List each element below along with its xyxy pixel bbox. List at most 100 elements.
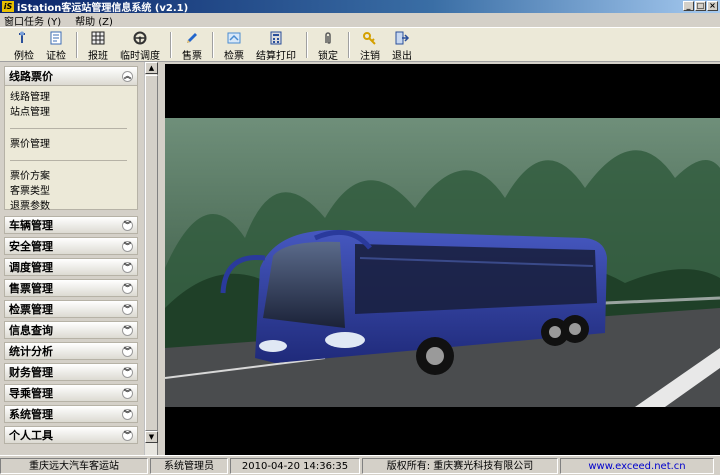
nav-section-title: 统计分析	[9, 345, 53, 358]
chevron-down-icon[interactable]: ︾	[122, 303, 133, 315]
nav-section-title: 信息查询	[9, 324, 53, 337]
nav-item-fare-plan[interactable]: 票价方案	[10, 169, 137, 184]
menu-help[interactable]: 帮助 (Z)	[75, 13, 113, 28]
temp-dispatch-button[interactable]: 临时调度	[114, 28, 166, 62]
chevron-down-icon[interactable]: ︾	[122, 219, 133, 231]
nav-item-fare-management[interactable]: 票价管理	[10, 137, 137, 152]
chevron-down-icon[interactable]: ︾	[122, 429, 133, 441]
nav-divider	[10, 128, 127, 129]
status-user: 系统管理员	[150, 457, 228, 474]
routine-check-button[interactable]: 例检	[8, 28, 40, 62]
nav-section-ticketing[interactable]: 售票管理 ︾	[4, 279, 138, 297]
status-datetime: 2010-04-20 14:36:35	[230, 457, 360, 474]
routine-check-label: 例检	[14, 51, 34, 62]
nav-section-info-query[interactable]: 信息查询 ︾	[4, 321, 138, 339]
wrench-icon	[16, 31, 32, 45]
chevron-up-icon[interactable]: ︽	[122, 70, 133, 82]
close-button[interactable]: ×	[707, 1, 718, 11]
nav-section-title: 安全管理	[9, 240, 53, 253]
nav-section-dispatch[interactable]: 调度管理 ︾	[4, 258, 138, 276]
scroll-down-arrow-icon[interactable]: ▼	[145, 431, 158, 443]
sell-ticket-label: 售票	[182, 51, 202, 62]
nav-section-title: 售票管理	[9, 282, 53, 295]
toolbar: 例检 证检 报班 临时调度 售票 检票 结算打印 锁定 注销 退出	[0, 27, 720, 62]
nav-section-title: 个人工具	[9, 429, 53, 442]
chevron-down-icon[interactable]: ︾	[122, 282, 133, 294]
status-website-link[interactable]: www.exceed.net.cn	[560, 457, 714, 474]
scroll-up-arrow-icon[interactable]: ▲	[145, 62, 158, 74]
check-ticket-button[interactable]: 检票	[218, 28, 250, 62]
menu-bar: 窗口任务 (Y) 帮助 (Z)	[0, 13, 720, 28]
check-ticket-label: 检票	[224, 51, 244, 62]
nav-section-guidance[interactable]: 导乘管理 ︾	[4, 384, 138, 402]
nav-section-personal-tools[interactable]: 个人工具 ︾	[4, 426, 138, 444]
scroll-thumb[interactable]	[145, 75, 158, 431]
nav-section-system[interactable]: 系统管理 ︾	[4, 405, 138, 423]
temp-dispatch-label: 临时调度	[120, 51, 160, 62]
minimize-button[interactable]: _	[683, 1, 694, 11]
nav-section-vehicle[interactable]: 车辆管理 ︾	[4, 216, 138, 234]
sidebar-scrollbar[interactable]: ▲ ▼	[144, 62, 158, 455]
nav-item-station-management[interactable]: 站点管理	[10, 105, 137, 120]
lock-label: 锁定	[318, 51, 338, 62]
document-check-button[interactable]: 证检	[40, 28, 72, 62]
key-icon	[362, 31, 378, 45]
chevron-down-icon[interactable]: ︾	[122, 408, 133, 420]
chevron-down-icon[interactable]: ︾	[122, 324, 133, 336]
lock-button[interactable]: 锁定	[312, 28, 344, 62]
status-copyright: 版权所有: 重庆赛光科技有限公司	[362, 457, 558, 474]
nav-item-route-management[interactable]: 线路管理	[10, 90, 137, 105]
nav-section-title: 财务管理	[9, 366, 53, 379]
nav-section-finance[interactable]: 财务管理 ︾	[4, 363, 138, 381]
nav-item-ticket-type[interactable]: 客票类型	[10, 184, 137, 199]
chevron-down-icon[interactable]: ︾	[122, 366, 133, 378]
ticket-icon	[226, 31, 242, 45]
calculator-icon	[268, 31, 284, 45]
nav-section-title: 车辆管理	[9, 219, 53, 232]
nav-section-ticket-check[interactable]: 检票管理 ︾	[4, 300, 138, 318]
report-shift-button[interactable]: 报班	[82, 28, 114, 62]
sell-ticket-button[interactable]: 售票	[176, 28, 208, 62]
nav-section-body: 线路管理 站点管理 票价管理 票价方案 客票类型 退票参数	[4, 86, 138, 212]
logout-button[interactable]: 注销	[354, 28, 386, 62]
pen-icon	[184, 31, 200, 45]
chevron-down-icon[interactable]: ︾	[122, 387, 133, 399]
nav-section-route-fare[interactable]: 线路票价 ︽	[4, 66, 138, 86]
nav-section-title: 线路票价	[9, 70, 53, 83]
settlement-print-button[interactable]: 结算打印	[250, 28, 302, 62]
grid-icon	[90, 31, 106, 45]
report-shift-label: 报班	[88, 51, 108, 62]
exit-icon	[394, 31, 410, 45]
title-bar: iS iStation客运站管理信息系统 (v2.1) _ □ ×	[0, 0, 720, 14]
sidebar: 线路票价 ︽ 线路管理 站点管理 票价管理 票价方案 客票类型 退票参数 车辆管…	[0, 62, 158, 455]
nav-section-title: 导乘管理	[9, 387, 53, 400]
clip-icon	[320, 31, 336, 45]
steering-wheel-icon	[132, 31, 148, 45]
document-icon	[48, 31, 64, 45]
toolbar-separator	[170, 32, 172, 58]
nav-section-statistics[interactable]: 统计分析 ︾	[4, 342, 138, 360]
nav-section-title: 系统管理	[9, 408, 53, 421]
nav-item-refund-params[interactable]: 退票参数	[10, 199, 137, 214]
nav-section-title: 检票管理	[9, 303, 53, 316]
menu-window-tasks[interactable]: 窗口任务 (Y)	[4, 13, 61, 28]
exit-button[interactable]: 退出	[386, 28, 418, 62]
exit-label: 退出	[392, 51, 412, 62]
toolbar-separator	[306, 32, 308, 58]
main-content	[165, 64, 720, 455]
chevron-down-icon[interactable]: ︾	[122, 240, 133, 252]
toolbar-separator	[348, 32, 350, 58]
status-bar: 重庆远大汽车客运站 系统管理员 2010-04-20 14:36:35 版权所有…	[0, 455, 720, 475]
toolbar-separator	[212, 32, 214, 58]
nav-divider	[10, 160, 127, 161]
document-check-label: 证检	[46, 51, 66, 62]
chevron-down-icon[interactable]: ︾	[122, 261, 133, 273]
nav-section-safety[interactable]: 安全管理 ︾	[4, 237, 138, 255]
chevron-down-icon[interactable]: ︾	[122, 345, 133, 357]
toolbar-separator	[76, 32, 78, 58]
maximize-button[interactable]: □	[695, 1, 706, 11]
nav-section-title: 调度管理	[9, 261, 53, 274]
app-logo-icon: iS	[2, 1, 14, 12]
settlement-print-label: 结算打印	[256, 51, 296, 62]
nav-panel: 线路票价 ︽ 线路管理 站点管理 票价管理 票价方案 客票类型 退票参数 车辆管…	[4, 66, 138, 452]
